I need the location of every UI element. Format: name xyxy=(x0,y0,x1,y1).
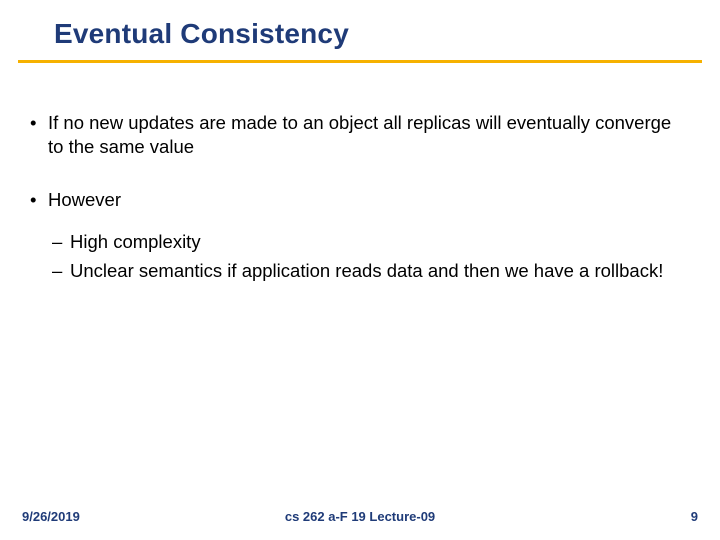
bullet-text: However xyxy=(48,188,674,212)
footer-lecture: cs 262 a-F 19 Lecture-09 xyxy=(0,509,720,524)
title-block: Eventual Consistency xyxy=(0,0,720,50)
slide-footer: 9/26/2019 cs 262 a-F 19 Lecture-09 9 xyxy=(0,509,720,524)
slide: Eventual Consistency • If no new updates… xyxy=(0,0,720,540)
bullet-item: • However xyxy=(28,188,674,212)
sub-bullet-item: – High complexity xyxy=(52,230,674,254)
sub-bullet-text: High complexity xyxy=(70,230,674,254)
bullet-dot-icon: • xyxy=(28,111,48,160)
slide-body: • If no new updates are made to an objec… xyxy=(0,63,720,283)
bullet-dot-icon: • xyxy=(28,188,48,212)
bullet-item: • If no new updates are made to an objec… xyxy=(28,111,674,160)
dash-icon: – xyxy=(52,230,70,254)
dash-icon: – xyxy=(52,259,70,283)
footer-page-number: 9 xyxy=(691,509,698,524)
bullet-text: If no new updates are made to an object … xyxy=(48,111,674,160)
sub-bullet-text: Unclear semantics if application reads d… xyxy=(70,259,674,283)
sub-bullet-item: – Unclear semantics if application reads… xyxy=(52,259,674,283)
slide-title: Eventual Consistency xyxy=(54,18,720,50)
footer-date: 9/26/2019 xyxy=(22,509,80,524)
